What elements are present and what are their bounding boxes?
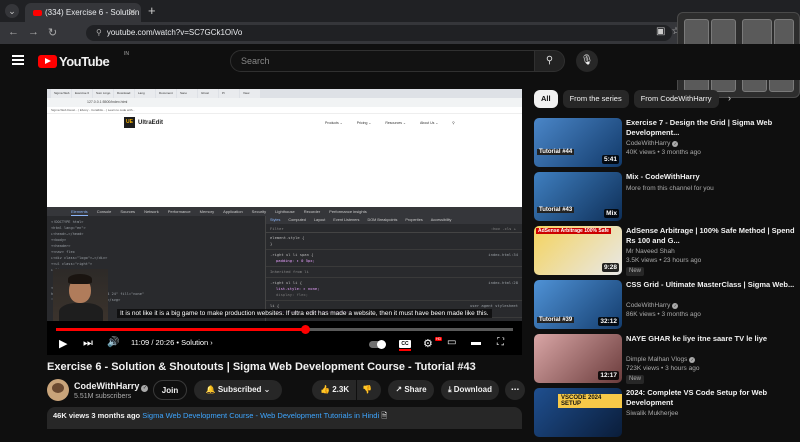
inner-browser-tabs: Sigma Web Exercise 6 Sum Lingo Download Lang… — [47, 89, 522, 98]
ultraedit-logo: UE UltraEdit — [124, 117, 163, 128]
channel-name[interactable]: CodeWithHarry ✓ — [74, 381, 149, 392]
progress-bar[interactable] — [56, 325, 513, 334]
chip-from-series[interactable]: From the series — [562, 90, 629, 108]
video-frame: Sigma Web Exercise 6 Sum Lingo Download Lang… — [47, 89, 522, 321]
back-icon[interactable]: ← — [8, 26, 19, 38]
search-button[interactable]: ⚲ — [535, 50, 565, 72]
like-button[interactable]: 👍 2.3K — [312, 380, 356, 400]
video-thumbnail[interactable]: AdSense Arbitrage 100% Safe 9:28 — [534, 226, 622, 275]
recommended-video[interactable]: 12:17 NAYE GHAR ke liye itne saare TV le… — [534, 334, 800, 388]
video-player[interactable]: Sigma Web Exercise 6 Sum Lingo Download Lang… — [47, 89, 522, 355]
tab-title: (334) Exercise 6 - Solution & Sh — [45, 8, 141, 17]
ultraedit-nav: Products ⌄ Pricing ⌄ Resources ⌄ About U… — [325, 121, 455, 125]
mix-badge: Mix — [604, 209, 619, 218]
recommended-mix[interactable]: Tutorial #43 Mix Mix - CodeWithHarry Mor… — [534, 172, 800, 226]
join-button[interactable]: Join — [153, 380, 187, 400]
filter-chips: All From the series From CodeWithHarry — [534, 90, 719, 108]
progress-fill — [56, 328, 306, 331]
recommended-video[interactable]: Tutorial #44 5:41 Exercise 7 - Design th… — [534, 118, 800, 172]
theater-mode-icon[interactable]: ▬ — [471, 337, 481, 348]
time-display: 11:09 / 20:26 • Solution › — [131, 338, 213, 347]
youtube-play-icon — [38, 54, 57, 68]
tab-search-icon[interactable]: ⌄ — [5, 4, 19, 18]
recommended-video[interactable]: AdSense Arbitrage 100% Safe 9:28 AdSense… — [534, 226, 800, 280]
playlist-link[interactable]: Sigma Web Development Course - Web Devel… — [142, 411, 379, 420]
channel-avatar[interactable] — [47, 379, 69, 401]
webcam-overlay — [53, 269, 108, 321]
video-thumbnail[interactable]: Tutorial #43 Mix — [534, 172, 622, 221]
download-icon: ⤓ — [448, 385, 452, 394]
miniplayer-icon[interactable]: ▭ — [447, 337, 456, 348]
video-title: Exercise 6 - Solution & Shoutouts | Sigm… — [47, 361, 476, 373]
microphone-icon: 🎙 — [580, 55, 594, 66]
devtools-tabs: Elements Console Sources Network Perform… — [47, 207, 522, 216]
more-actions-button[interactable]: ⋯ — [505, 380, 525, 400]
youtube-header: YouTube IN Search ⚲ — [0, 44, 800, 80]
share-icon: ↗ — [395, 385, 403, 394]
verified-icon: ✓ — [689, 357, 696, 363]
close-tab-icon[interactable]: ✕ — [128, 3, 136, 22]
url-text: youtube.com/watch?v=SC7GCk1OiVo — [106, 28, 243, 37]
player-controls: ▶ ⏭ 🔊 11:09 / 20:26 • Solution › CC ⚙ HD… — [47, 333, 522, 355]
subscriber-count: 5.51M subscribers — [74, 393, 132, 400]
forward-icon[interactable]: → — [28, 26, 39, 38]
verified-icon: ✓ — [672, 303, 679, 309]
recommended-video[interactable]: VSCODE 2024 SETUP 2024: Complete VS Code… — [534, 388, 800, 442]
new-tab-button[interactable]: + — [148, 3, 156, 18]
search-icon: ⚲ — [545, 55, 554, 66]
voice-search-button[interactable]: 🎙 — [576, 50, 598, 72]
verified-icon: ✓ — [672, 141, 679, 147]
subscribed-button[interactable]: 🔔 Subscribed ⌄ — [194, 380, 282, 400]
devtools-panel: Elements Console Sources Network Perform… — [47, 207, 522, 321]
menu-icon[interactable] — [12, 55, 24, 65]
verified-icon: ✓ — [141, 385, 149, 392]
logo-region: IN — [124, 51, 129, 57]
chapter-title[interactable]: Solution — [181, 338, 208, 347]
url-input[interactable]: ⚲ youtube.com/watch?v=SC7GCk1OiVo — [86, 25, 672, 41]
dislike-button[interactable]: 👎 — [357, 380, 381, 400]
video-thumbnail[interactable]: VSCODE 2024 SETUP — [534, 388, 622, 437]
site-info-icon[interactable]: ⚲ — [96, 28, 102, 37]
chip-from-channel[interactable]: From CodeWithHarry — [633, 90, 719, 108]
chip-all[interactable]: All — [534, 90, 558, 108]
reload-icon[interactable]: ↻ — [48, 26, 57, 39]
youtube-logo[interactable]: YouTube IN — [38, 51, 129, 69]
thumbs-down-icon: 👎 — [362, 385, 372, 394]
video-captions: It is not like it is a big game to make … — [117, 309, 492, 318]
description-box[interactable]: 46K views 3 months ago Sigma Web Develop… — [47, 407, 522, 429]
search-input[interactable]: Search — [230, 50, 535, 72]
inner-bookmarks-bar: Sigma Web Devel... | Ebony - Coralbits..… — [47, 107, 522, 114]
volume-icon[interactable]: 🔊 — [107, 337, 119, 348]
next-icon[interactable]: ⏭ — [83, 337, 93, 350]
share-button[interactable]: ↗ Share — [388, 380, 434, 400]
hd-badge: HD — [435, 337, 443, 341]
bell-icon: 🔔 — [205, 385, 216, 394]
autoplay-toggle[interactable] — [369, 340, 386, 349]
thumbs-up-icon: 👍 — [320, 385, 330, 394]
fullscreen-icon[interactable]: ⛶ — [497, 337, 504, 348]
recommended-video[interactable]: Tutorial #39 32:12 CSS Grid - Ultimate M… — [534, 280, 800, 334]
chevron-right-icon[interactable]: › — [728, 93, 731, 103]
youtube-favicon-icon — [33, 9, 42, 16]
styles-pane: Styles Computed Layout Event Listeners D… — [265, 216, 522, 321]
inner-address-bar: 127.0.0.1:5500/index.html — [47, 98, 522, 107]
video-thumbnail[interactable]: 12:17 — [534, 334, 622, 383]
browser-tab[interactable]: (334) Exercise 6 - Solution & Sh ✕ — [25, 3, 141, 22]
play-icon[interactable]: ▶ — [59, 337, 67, 350]
subtitles-button[interactable]: CC — [399, 340, 411, 351]
download-button[interactable]: ⤓ Download — [441, 380, 499, 400]
video-thumbnail[interactable]: Tutorial #44 5:41 — [534, 118, 622, 167]
logo-text: YouTube — [59, 53, 110, 69]
styles-tabs: Styles Computed Layout Event Listeners D… — [266, 216, 522, 224]
settings-gear-icon[interactable]: ⚙ — [423, 337, 433, 350]
styles-filter: Filter:hov .cls + — [266, 224, 522, 233]
search-icon: ⚲ — [452, 121, 455, 125]
video-thumbnail[interactable]: Tutorial #39 32:12 — [534, 280, 622, 329]
more-icon: ⋯ — [511, 385, 519, 394]
